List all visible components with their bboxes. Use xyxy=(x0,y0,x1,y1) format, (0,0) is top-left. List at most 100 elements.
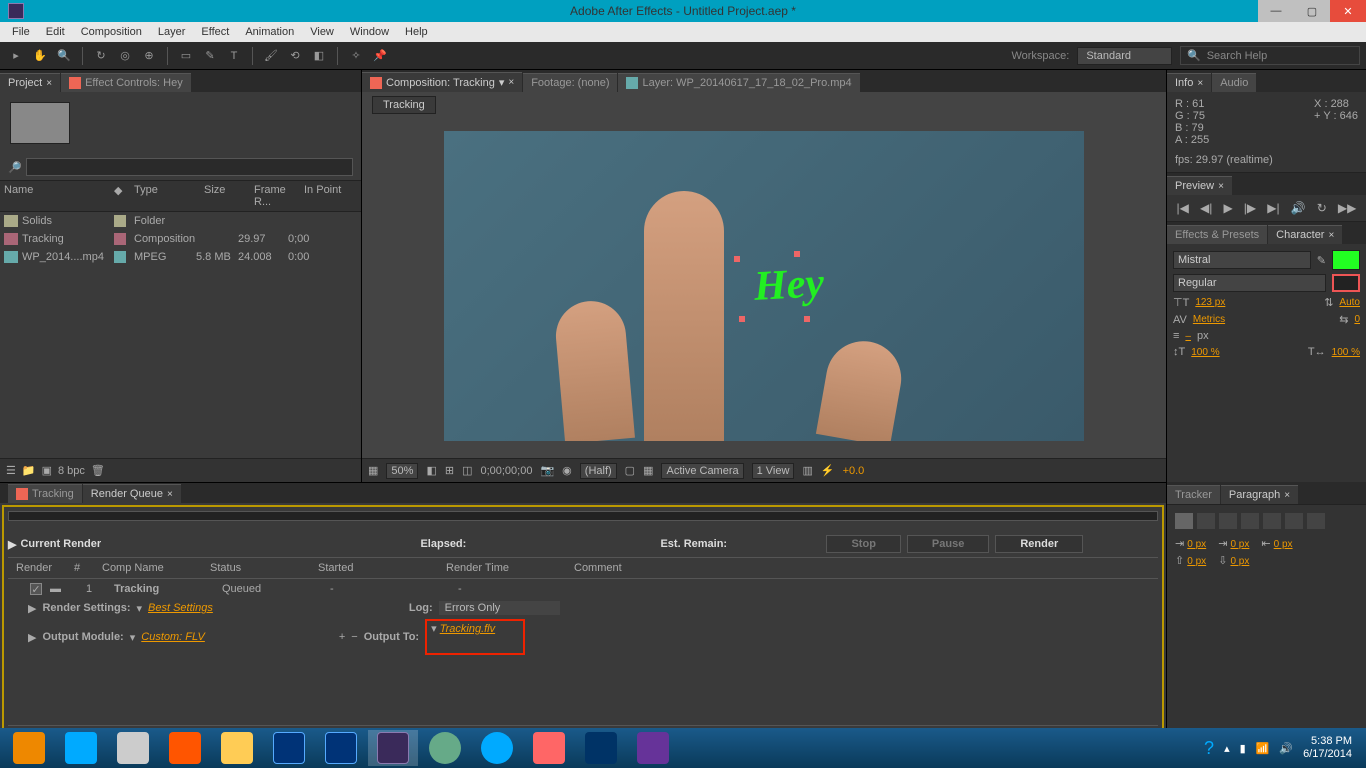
snapshot-icon[interactable]: 📷 xyxy=(540,464,554,477)
output-to-link[interactable]: Tracking.flv xyxy=(440,623,495,635)
camera-tool-icon[interactable]: ◎ xyxy=(115,46,135,66)
view-dropdown[interactable]: 1 View xyxy=(752,463,795,479)
camera-dropdown[interactable]: Active Camera xyxy=(661,463,743,479)
close-icon[interactable]: × xyxy=(1284,490,1290,501)
col-swatch[interactable]: ◆ xyxy=(114,184,134,208)
menu-file[interactable]: File xyxy=(4,24,38,40)
clone-tool-icon[interactable]: ⟲ xyxy=(285,46,305,66)
selection-tool-icon[interactable]: ▸ xyxy=(6,46,26,66)
tab-project[interactable]: Project × xyxy=(0,73,60,92)
track-point[interactable] xyxy=(804,316,810,322)
ram-preview-icon[interactable]: ▶▶ xyxy=(1338,201,1356,215)
expand-icon[interactable]: ▶ xyxy=(28,602,36,615)
tray-battery-icon[interactable]: ▮ xyxy=(1240,742,1246,755)
tab-footage[interactable]: Footage: (none) xyxy=(523,73,617,92)
taskbar-skype[interactable] xyxy=(472,730,522,766)
tray-volume-icon[interactable]: 🔊 xyxy=(1279,742,1293,755)
text-tool-icon[interactable]: T xyxy=(224,46,244,66)
help-icon[interactable]: ? xyxy=(1204,738,1214,759)
tab-render-queue[interactable]: Render Queue × xyxy=(83,484,181,503)
pixel-aspect-icon[interactable]: ▥ xyxy=(802,464,812,477)
brush-tool-icon[interactable]: 🖌 xyxy=(261,46,281,66)
track-point[interactable] xyxy=(739,316,745,322)
align-left-icon[interactable] xyxy=(1175,513,1193,529)
taskbar-matlab[interactable] xyxy=(160,730,210,766)
dropdown-icon[interactable]: ▾ xyxy=(136,602,142,615)
rotation-tool-icon[interactable]: ↻ xyxy=(91,46,111,66)
tab-tracker[interactable]: Tracker xyxy=(1167,485,1220,504)
text-layer-hey[interactable]: Hey xyxy=(753,259,825,311)
remove-icon[interactable]: − xyxy=(351,631,357,643)
zoom-dropdown[interactable]: 50% xyxy=(386,463,418,479)
font-family-dropdown[interactable]: Mistral xyxy=(1173,251,1311,269)
project-row-video[interactable]: WP_2014....mp4 MPEG 5.8 MB 24.008 0:00 xyxy=(0,248,361,266)
maximize-button[interactable]: ▢ xyxy=(1294,0,1330,22)
render-button[interactable]: Render xyxy=(995,535,1083,553)
roto-tool-icon[interactable]: ✧ xyxy=(346,46,366,66)
puppet-tool-icon[interactable]: 📌 xyxy=(370,46,390,66)
taskbar-app[interactable] xyxy=(108,730,158,766)
menu-help[interactable]: Help xyxy=(397,24,436,40)
add-icon[interactable]: + xyxy=(339,631,345,643)
align-center-icon[interactable] xyxy=(1197,513,1215,529)
indent-first[interactable]: 0 px xyxy=(1230,539,1249,550)
dropdown-icon[interactable]: ▾ xyxy=(431,623,437,635)
taskbar-clock[interactable]: 5:38 PM 6/17/2014 xyxy=(1303,735,1352,761)
tab-character[interactable]: Character × xyxy=(1268,225,1342,244)
project-row-tracking[interactable]: Tracking Composition 29.97 0;00 xyxy=(0,230,361,248)
grid-icon[interactable]: ▦ xyxy=(368,464,378,477)
taskbar-aftereffects[interactable] xyxy=(368,730,418,766)
stroke-width[interactable]: – xyxy=(1185,331,1191,342)
col-inpoint[interactable]: In Point xyxy=(304,184,344,208)
stop-button[interactable]: Stop xyxy=(826,535,900,553)
fill-color-swatch[interactable] xyxy=(1332,250,1360,270)
justify-center-icon[interactable] xyxy=(1263,513,1281,529)
taskbar-vs[interactable] xyxy=(628,730,678,766)
audio-icon[interactable]: 🔊 xyxy=(1291,201,1306,215)
menu-animation[interactable]: Animation xyxy=(237,24,302,40)
indent-right[interactable]: 0 px xyxy=(1274,539,1293,550)
taskbar-bittorrent[interactable] xyxy=(420,730,470,766)
prev-frame-icon[interactable]: ◀| xyxy=(1200,201,1212,215)
menu-edit[interactable]: Edit xyxy=(38,24,73,40)
render-settings-link[interactable]: Best Settings xyxy=(148,602,213,614)
channel-icon[interactable]: ◉ xyxy=(562,464,572,477)
loop-icon[interactable]: ↻ xyxy=(1317,201,1327,215)
menu-view[interactable]: View xyxy=(302,24,342,40)
close-icon[interactable]: × xyxy=(1218,181,1224,192)
zoom-tool-icon[interactable]: 🔍 xyxy=(54,46,74,66)
composition-viewport[interactable]: Hey xyxy=(362,114,1166,458)
space-after[interactable]: 0 px xyxy=(1230,556,1249,567)
guides-icon[interactable]: ⊞ xyxy=(445,464,454,477)
tab-audio[interactable]: Audio xyxy=(1212,73,1256,92)
pen-tool-icon[interactable]: ✎ xyxy=(200,46,220,66)
indent-left[interactable]: 0 px xyxy=(1187,539,1206,550)
menu-layer[interactable]: Layer xyxy=(150,24,194,40)
comp-breadcrumb[interactable]: Tracking xyxy=(372,96,436,114)
track-point[interactable] xyxy=(734,256,740,262)
tab-effects-presets[interactable]: Effects & Presets xyxy=(1167,225,1267,244)
tab-effect-controls[interactable]: Effect Controls: Hey xyxy=(61,73,191,92)
dropdown-icon[interactable]: ▾ xyxy=(130,631,136,644)
font-size-value[interactable]: 123 px xyxy=(1195,297,1225,308)
tab-info[interactable]: Info × xyxy=(1167,73,1211,92)
last-frame-icon[interactable]: ▶| xyxy=(1267,201,1279,215)
tab-preview[interactable]: Preview × xyxy=(1167,176,1232,195)
taskbar-explorer[interactable] xyxy=(212,730,262,766)
menu-window[interactable]: Window xyxy=(342,24,397,40)
menu-effect[interactable]: Effect xyxy=(193,24,237,40)
col-type[interactable]: Type xyxy=(134,184,204,208)
exposure-value[interactable]: +0.0 xyxy=(843,465,865,477)
comp-icon[interactable]: ▣ xyxy=(42,464,52,477)
close-icon[interactable]: × xyxy=(46,78,52,89)
first-frame-icon[interactable]: |◀ xyxy=(1177,201,1189,215)
tray-network-icon[interactable]: 📶 xyxy=(1256,742,1270,755)
tab-tracking-timeline[interactable]: Tracking xyxy=(8,484,82,503)
font-style-dropdown[interactable]: Regular xyxy=(1173,274,1326,292)
pause-button[interactable]: Pause xyxy=(907,535,989,553)
kerning-value[interactable]: Metrics xyxy=(1193,314,1225,325)
interpret-icon[interactable]: ☰ xyxy=(6,464,16,477)
resolution-icon[interactable]: ◧ xyxy=(426,464,436,477)
taskbar-photoshop[interactable] xyxy=(264,730,314,766)
expand-icon[interactable]: ▶ xyxy=(8,538,16,551)
